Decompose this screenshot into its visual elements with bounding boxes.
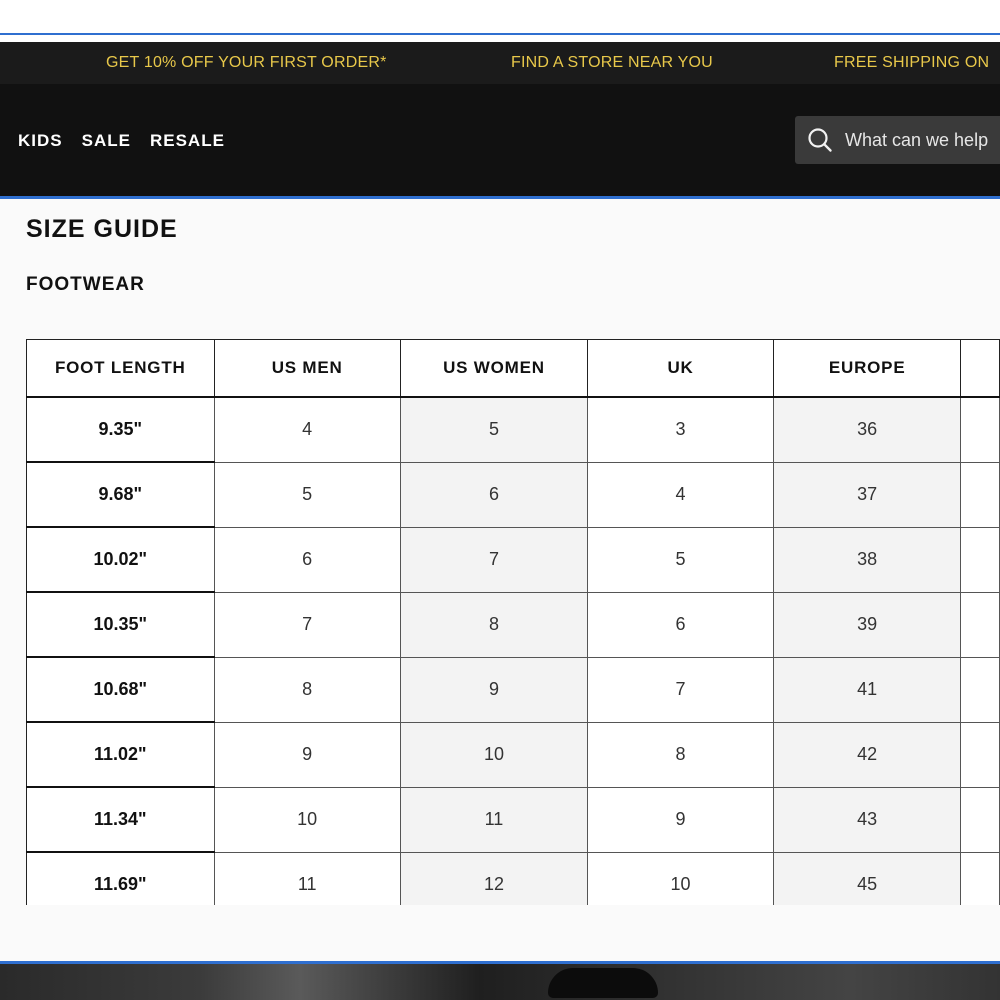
cell-uk: 9 xyxy=(587,786,774,853)
shoe-image xyxy=(548,968,658,998)
cell-us-women: 7 xyxy=(399,526,589,593)
cell-uk: 10 xyxy=(587,851,774,905)
cell-us-women: 10 xyxy=(399,721,589,788)
size-table-body: 9.35" 4 5 3 36 9.68" 5 6 4 37 10.02" 6 7 5 38 10.35" 7 8 6… xyxy=(26,396,1000,905)
table-header-row: FOOT LENGTH US MEN US WOMEN UK EUROPE xyxy=(26,339,1000,398)
main-nav: KIDS SALE RESALE xyxy=(0,84,1000,196)
cell-foot-length: 11.69" xyxy=(26,851,215,905)
promo-free-shipping-link[interactable]: FREE SHIPPING ON xyxy=(834,54,989,72)
cell-foot-length: 10.02" xyxy=(26,526,215,593)
search-icon[interactable] xyxy=(807,126,833,154)
search-input[interactable] xyxy=(843,128,1000,152)
cell-us-men: 6 xyxy=(213,526,401,593)
cell-uk: 5 xyxy=(587,526,774,593)
cell-europe: 42 xyxy=(772,721,962,788)
promo-bar: GET 10% OFF YOUR FIRST ORDER* FIND A STO… xyxy=(0,42,1000,84)
column-header-uk: UK xyxy=(587,339,774,398)
cell-europe: 37 xyxy=(772,461,962,528)
cell-us-women: 8 xyxy=(399,591,589,658)
size-table: FOOT LENGTH US MEN US WOMEN UK EUROPE 9.… xyxy=(26,339,1000,905)
cell-europe: 41 xyxy=(772,656,962,723)
nav-links: KIDS SALE RESALE xyxy=(18,131,225,151)
cell-foot-length: 10.35" xyxy=(26,591,215,658)
size-table-scroll[interactable]: FOOT LENGTH US MEN US WOMEN UK EUROPE 9.… xyxy=(0,339,1000,905)
nav-item-kids[interactable]: KIDS xyxy=(18,131,63,151)
column-header-us-men: US MEN xyxy=(213,339,401,398)
cell-us-men: 5 xyxy=(213,461,401,528)
table-row: 11.02" 9 10 8 42 xyxy=(26,721,1000,788)
cell-foot-length: 9.35" xyxy=(26,396,215,463)
cell-uk: 3 xyxy=(587,396,774,463)
cell-uk: 7 xyxy=(587,656,774,723)
cell-us-men: 7 xyxy=(213,591,401,658)
table-row: 10.68" 8 9 7 41 xyxy=(26,656,1000,723)
search-box[interactable] xyxy=(795,116,1000,164)
cell-cut-off xyxy=(960,721,1000,788)
cell-cut-off xyxy=(960,786,1000,853)
cell-cut-off xyxy=(960,526,1000,593)
cell-europe: 45 xyxy=(772,851,962,905)
cell-us-men: 4 xyxy=(213,396,401,463)
table-row: 9.35" 4 5 3 36 xyxy=(26,396,1000,463)
cell-us-men: 9 xyxy=(213,721,401,788)
size-guide-modal: SIZE GUIDE FOOTWEAR FOOT LENGTH US MEN U… xyxy=(0,199,1000,961)
cell-europe: 36 xyxy=(772,396,962,463)
column-header-foot-length: FOOT LENGTH xyxy=(26,339,215,398)
cell-foot-length: 9.68" xyxy=(26,461,215,528)
top-divider xyxy=(0,33,1000,35)
table-row: 11.69" 11 12 10 45 xyxy=(26,851,1000,905)
section-title: FOOTWEAR xyxy=(26,274,145,295)
cell-europe: 39 xyxy=(772,591,962,658)
cell-cut-off xyxy=(960,656,1000,723)
cell-us-men: 8 xyxy=(213,656,401,723)
table-row: 10.02" 6 7 5 38 xyxy=(26,526,1000,593)
column-header-us-women: US WOMEN xyxy=(399,339,589,398)
cell-us-women: 6 xyxy=(399,461,589,528)
cell-uk: 4 xyxy=(587,461,774,528)
cell-foot-length: 11.02" xyxy=(26,721,215,788)
column-header-europe: EUROPE xyxy=(772,339,962,398)
promo-find-store-link[interactable]: FIND A STORE NEAR YOU xyxy=(511,54,713,72)
cell-europe: 38 xyxy=(772,526,962,593)
cell-us-men: 11 xyxy=(213,851,401,905)
cell-cut-off xyxy=(960,851,1000,905)
table-row: 10.35" 7 8 6 39 xyxy=(26,591,1000,658)
column-header-cut-off xyxy=(960,339,1000,398)
cell-europe: 43 xyxy=(772,786,962,853)
cell-cut-off xyxy=(960,461,1000,528)
nav-item-resale[interactable]: RESALE xyxy=(150,131,225,151)
table-row: 9.68" 5 6 4 37 xyxy=(26,461,1000,528)
page-title: SIZE GUIDE xyxy=(26,215,178,243)
cell-uk: 6 xyxy=(587,591,774,658)
cell-us-women: 11 xyxy=(399,786,589,853)
cell-cut-off xyxy=(960,591,1000,658)
background-content xyxy=(0,964,1000,1000)
cell-us-women: 5 xyxy=(399,396,589,463)
cell-cut-off xyxy=(960,396,1000,463)
cell-uk: 8 xyxy=(587,721,774,788)
cell-us-men: 10 xyxy=(213,786,401,853)
page: GET 10% OFF YOUR FIRST ORDER* FIND A STO… xyxy=(0,0,1000,1000)
cell-us-women: 12 xyxy=(399,851,589,905)
table-row: 11.34" 10 11 9 43 xyxy=(26,786,1000,853)
cell-us-women: 9 xyxy=(399,656,589,723)
cell-foot-length: 11.34" xyxy=(26,786,215,853)
promo-first-order-link[interactable]: GET 10% OFF YOUR FIRST ORDER* xyxy=(106,54,387,72)
cell-foot-length: 10.68" xyxy=(26,656,215,723)
nav-item-sale[interactable]: SALE xyxy=(82,131,131,151)
